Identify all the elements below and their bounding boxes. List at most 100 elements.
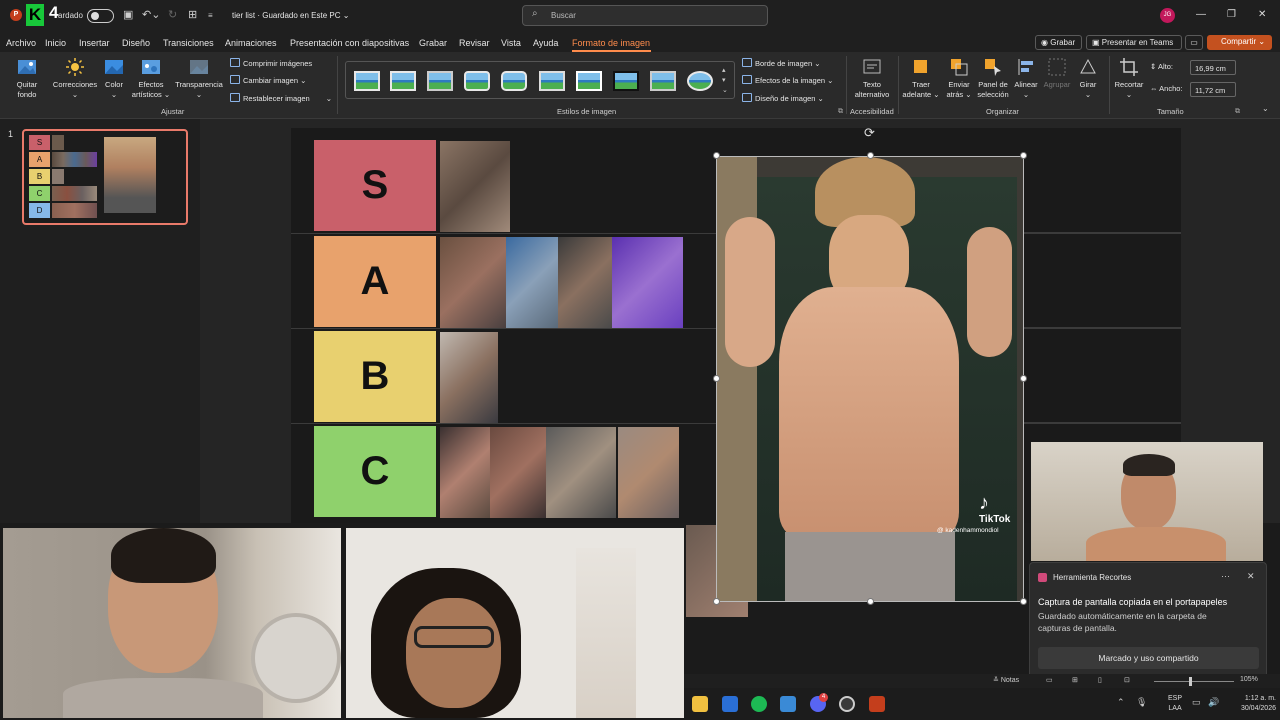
tab-animaciones[interactable]: Animaciones	[225, 38, 277, 48]
crop-button[interactable]: Recortar ⌄	[1112, 57, 1146, 100]
style-thumb[interactable]	[650, 71, 676, 91]
color-button[interactable]: Color ⌄	[101, 57, 127, 100]
tab-revisar[interactable]: Revisar	[459, 38, 490, 48]
slide-sorter-icon[interactable]: ⊞	[1072, 676, 1078, 684]
change-image-button[interactable]: Cambiar imagen ⌄	[230, 75, 306, 85]
tab-insertar[interactable]: Insertar	[79, 38, 110, 48]
presentation-icon[interactable]: ⊞	[188, 8, 197, 21]
tier-label-s[interactable]: S	[314, 140, 436, 231]
outlook-icon[interactable]	[722, 696, 738, 712]
microphone-icon[interactable]: 🎙	[1136, 697, 1147, 708]
transparency-button[interactable]: Transparencia ⌄	[174, 57, 224, 100]
tier-photo[interactable]	[618, 427, 679, 518]
reading-view-icon[interactable]: ▯	[1098, 676, 1102, 684]
powerpoint-taskbar-icon[interactable]	[869, 696, 885, 712]
tier-photo[interactable]	[546, 427, 616, 518]
tier-photo[interactable]	[506, 237, 558, 328]
reset-image-button[interactable]: Restablecer imagen ⌄	[230, 93, 332, 103]
tier-photo[interactable]	[440, 141, 510, 232]
record-button[interactable]: ◉ Grabar	[1035, 35, 1082, 50]
resize-handle-e[interactable]	[1020, 375, 1027, 382]
file-explorer-icon[interactable]	[692, 696, 708, 712]
tab-transiciones[interactable]: Transiciones	[163, 38, 214, 48]
resize-handle-n[interactable]	[867, 152, 874, 159]
undo-icon[interactable]: ↶⌄	[142, 8, 160, 21]
more-options-icon[interactable]: ···	[1221, 571, 1230, 581]
tier-photo[interactable]	[440, 237, 506, 328]
photos-icon[interactable]	[780, 696, 796, 712]
tier-photo[interactable]	[440, 332, 498, 423]
style-thumb[interactable]	[613, 71, 639, 91]
resize-handle-se[interactable]	[1020, 598, 1027, 605]
normal-view-icon[interactable]: ▭	[1046, 676, 1053, 684]
tab-presentacion[interactable]: Presentación con diapositivas	[290, 38, 409, 48]
spotify-icon[interactable]	[751, 696, 767, 712]
close-icon[interactable]: ✕	[1258, 9, 1266, 20]
resize-handle-w[interactable]	[713, 375, 720, 382]
search-input[interactable]: Buscar	[522, 5, 768, 26]
markup-share-button[interactable]: Marcado y uso compartido	[1038, 647, 1259, 669]
width-input[interactable]: 11,72 cm	[1190, 82, 1236, 97]
clock[interactable]: 1:12 a. m. 30/04/2026	[1230, 694, 1276, 714]
tab-vista[interactable]: Vista	[501, 38, 521, 48]
tier-photo[interactable]	[612, 237, 683, 328]
resize-handle-nw[interactable]	[713, 152, 720, 159]
close-notification-icon[interactable]: ✕	[1247, 571, 1255, 582]
collapse-ribbon-icon[interactable]: ⌄	[1262, 104, 1269, 113]
image-effects-button[interactable]: Efectos de la imagen ⌄	[742, 75, 833, 85]
selection-pane-button[interactable]: Panel de selección	[975, 57, 1011, 100]
comments-icon[interactable]: ▭	[1185, 35, 1203, 50]
tier-label-b[interactable]: B	[314, 331, 436, 422]
style-thumb[interactable]	[427, 71, 453, 91]
resize-handle-s[interactable]	[867, 598, 874, 605]
tier-photo[interactable]	[440, 427, 490, 518]
style-thumb[interactable]	[390, 71, 416, 91]
corrections-button[interactable]: Correcciones ⌄	[50, 57, 100, 100]
style-thumb[interactable]	[501, 71, 527, 91]
network-icon[interactable]: ▭	[1192, 697, 1201, 708]
compress-images-button[interactable]: Comprimir imágenes	[230, 58, 312, 68]
show-hidden-icons[interactable]: ⌃	[1117, 697, 1125, 708]
tab-archivo[interactable]: Archivo	[6, 38, 36, 48]
resize-handle-ne[interactable]	[1020, 152, 1027, 159]
send-backward-button[interactable]: Enviar atrás ⌄	[941, 57, 977, 100]
selected-image[interactable]: ♪ TikTok @ kadenhammondiol	[716, 156, 1024, 602]
gallery-more-icon[interactable]: ▴ ▾ ⌄	[722, 66, 728, 96]
tab-formato-de-imagen[interactable]: Formato de imagen	[572, 38, 650, 48]
artistic-effects-button[interactable]: Efectos artísticos ⌄	[130, 57, 172, 100]
style-thumb[interactable]	[539, 71, 565, 91]
maximize-icon[interactable]: ❐	[1227, 9, 1236, 20]
share-button[interactable]: Compartir ⌄	[1207, 35, 1272, 50]
rotate-handle-icon[interactable]: ⟳	[864, 125, 875, 141]
group-button[interactable]: Agrupar	[1042, 57, 1072, 90]
zoom-level[interactable]: 105%	[1240, 676, 1258, 683]
height-input[interactable]: 16,99 cm	[1190, 60, 1236, 75]
align-button[interactable]: Alinear ⌄	[1011, 57, 1041, 100]
alt-text-button[interactable]: Texto alternativo	[850, 57, 894, 100]
autosave-toggle[interactable]	[87, 9, 114, 23]
tab-grabar[interactable]: Grabar	[419, 38, 447, 48]
zoom-slider-thumb[interactable]	[1189, 677, 1192, 686]
document-title[interactable]: tier list · Guardado en Este PC ⌄	[232, 11, 349, 20]
tab-diseno[interactable]: Diseño	[122, 38, 150, 48]
image-border-button[interactable]: Borde de imagen ⌄	[742, 58, 821, 68]
style-thumb[interactable]	[354, 71, 380, 91]
chrome-icon[interactable]	[839, 696, 855, 712]
language-indicator[interactable]: ESP LAA	[1168, 694, 1182, 714]
avatar[interactable]: JG	[1160, 8, 1175, 23]
slideshow-icon[interactable]: ⊡	[1124, 676, 1130, 684]
rotate-button[interactable]: Girar ⌄	[1075, 57, 1101, 100]
tier-label-c[interactable]: C	[314, 426, 436, 517]
size-dialog-launcher-icon[interactable]: ⧉	[1235, 108, 1240, 116]
customize-toolbar-icon[interactable]: ≡	[208, 11, 213, 20]
bring-forward-button[interactable]: Traer adelante ⌄	[901, 57, 941, 100]
style-thumb[interactable]	[576, 71, 602, 91]
resize-handle-sw[interactable]	[713, 598, 720, 605]
minimize-icon[interactable]: —	[1196, 9, 1206, 20]
save-icon[interactable]: ▣	[123, 8, 133, 21]
style-thumb[interactable]	[464, 71, 490, 91]
volume-icon[interactable]: 🔊	[1208, 697, 1219, 708]
present-in-teams-button[interactable]: ▣ Presentar en Teams	[1086, 35, 1182, 50]
snipping-tool-notification[interactable]: Herramienta Recortes ··· ✕ Captura de pa…	[1029, 562, 1267, 678]
tier-label-a[interactable]: A	[314, 236, 436, 327]
